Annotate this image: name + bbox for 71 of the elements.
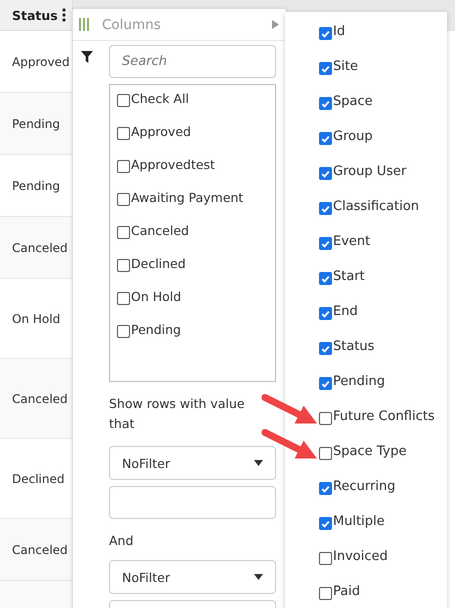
table-cell: Approved (12, 54, 70, 68)
column-header[interactable]: Status (0, 0, 72, 31)
checkbox-label[interactable]: Pending (333, 374, 385, 389)
checkbox-label[interactable]: Event (333, 234, 370, 249)
checkbox-label[interactable]: Multiple (333, 514, 385, 529)
checkbox[interactable] (319, 272, 332, 285)
checkbox[interactable] (117, 160, 130, 173)
filter-dropdown[interactable]: NoFilter (109, 560, 276, 594)
checkbox[interactable] (319, 587, 332, 600)
checkbox[interactable] (319, 202, 332, 215)
checkbox-label[interactable]: Approvedtest (131, 157, 215, 172)
table-cell: Canceled (12, 392, 68, 406)
table-cell: Canceled (12, 240, 68, 254)
checkbox[interactable] (319, 447, 332, 460)
checkbox-label[interactable]: Group (333, 129, 373, 144)
caret-icon (254, 574, 263, 580)
checkbox[interactable] (319, 342, 332, 355)
checkbox-label[interactable]: Check All (131, 91, 189, 106)
checkbox[interactable] (117, 127, 130, 140)
checkbox-label[interactable]: Pending (131, 322, 181, 337)
checkbox[interactable] (117, 193, 130, 206)
checkbox[interactable] (319, 27, 332, 40)
checkbox-label[interactable]: Space (333, 94, 373, 109)
join-label: And (109, 533, 134, 548)
checkbox[interactable] (117, 226, 130, 239)
checkbox[interactable] (319, 482, 332, 495)
checkbox-label[interactable]: Awaiting Payment (131, 190, 244, 205)
checkbox-label[interactable]: Classification (333, 199, 420, 214)
checkbox-label[interactable]: Status (333, 339, 374, 354)
checkbox-label[interactable]: Group User (333, 164, 406, 179)
checkbox[interactable] (117, 94, 130, 107)
checkbox[interactable] (319, 237, 332, 250)
checkbox-label[interactable]: Start (333, 269, 365, 284)
table-cell: Declined (12, 472, 64, 486)
checkbox-label[interactable]: Approved (131, 124, 191, 139)
columns-icon[interactable] (79, 18, 89, 31)
checkbox-label[interactable]: End (333, 304, 358, 319)
table-cell: Canceled (12, 542, 68, 556)
submenu-arrow-icon[interactable] (272, 20, 279, 29)
table-cell: Pending (12, 178, 60, 192)
table-cell: On Hold (12, 312, 60, 326)
checkbox[interactable] (319, 377, 332, 390)
checkbox[interactable] (319, 412, 332, 425)
checkbox-label[interactable]: Paid (333, 584, 360, 599)
checkbox-label[interactable]: Canceled (131, 223, 189, 238)
checkbox-label[interactable]: Invoiced (333, 549, 388, 564)
search-field[interactable]: Search (109, 45, 276, 78)
more-options-icon[interactable] (62, 8, 66, 22)
value-input-field[interactable] (109, 486, 276, 519)
checkbox-label[interactable]: Id (333, 24, 346, 39)
checkbox[interactable] (319, 167, 332, 180)
checkbox[interactable] (319, 132, 332, 145)
checkbox-label[interactable]: On Hold (131, 289, 182, 304)
condition-label: Show rows with value that (109, 395, 246, 433)
checkbox[interactable] (319, 97, 332, 110)
checkbox[interactable] (319, 62, 332, 75)
checkbox-label[interactable]: Declined (131, 256, 186, 271)
checkbox-label[interactable]: Recurring (333, 479, 396, 494)
checkbox[interactable] (319, 552, 332, 565)
checkbox[interactable] (319, 517, 332, 530)
checkbox-label[interactable]: Space Type (333, 444, 407, 459)
table-cell: Pending (12, 116, 60, 130)
checkbox-label[interactable]: Future Conflicts (333, 409, 435, 424)
checkbox[interactable] (117, 292, 130, 305)
checkbox-label[interactable]: Site (333, 59, 358, 74)
filter-dropdown[interactable]: NoFilter (109, 446, 276, 480)
filter-icon[interactable] (81, 51, 93, 63)
checkbox[interactable] (117, 259, 130, 272)
checkbox[interactable] (319, 307, 332, 320)
caret-icon (254, 460, 263, 466)
checkbox[interactable] (117, 325, 130, 338)
